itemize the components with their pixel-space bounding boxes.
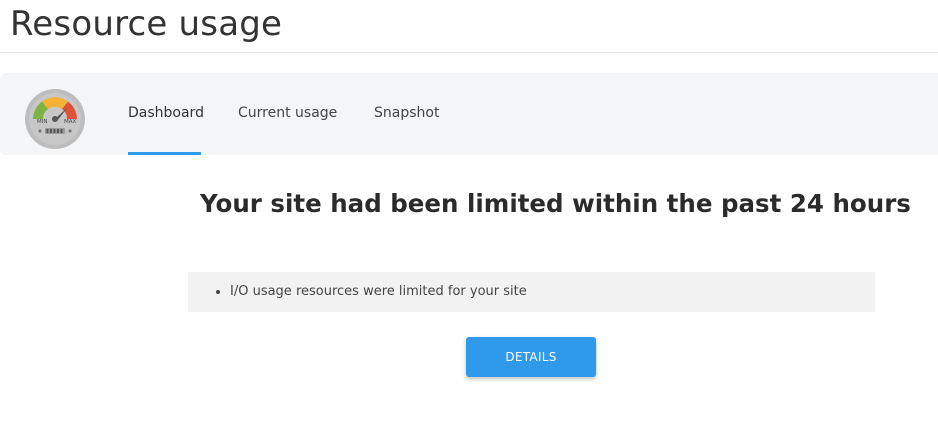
limit-status-heading: Your site had been limited within the pa… [200,189,911,218]
tab-current-usage[interactable]: Current usage [238,73,337,155]
gauge-max-label: MAX [64,119,77,125]
resource-usage-nav: MIN MAX Dashboard Current usage Snapshot [0,73,938,155]
tab-dashboard[interactable]: Dashboard [128,73,204,155]
details-button[interactable]: DETAILS [466,337,596,377]
tab-snapshot-label: Snapshot [374,105,440,121]
limits-list: I/O usage resources were limited for you… [188,272,875,312]
list-item: I/O usage resources were limited for you… [230,272,875,312]
gauge-min-label: MIN [37,119,47,125]
limits-notice: I/O usage resources were limited for you… [188,272,875,312]
tab-dashboard-label: Dashboard [128,105,204,121]
tab-snapshot[interactable]: Snapshot [374,73,439,155]
page-title: Resource usage [10,4,283,44]
gauge-icon: MIN MAX [25,89,85,149]
tab-current-usage-label: Current usage [238,105,338,121]
title-divider [0,52,938,53]
